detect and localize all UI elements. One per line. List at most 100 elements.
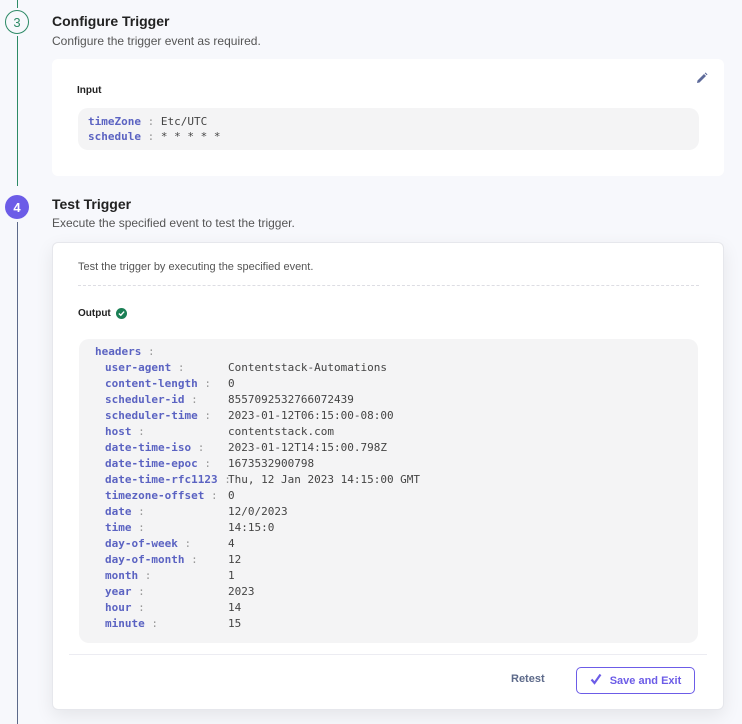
retest-button[interactable]: Retest bbox=[511, 673, 545, 685]
header-value: 0 bbox=[228, 489, 235, 502]
separator: : bbox=[184, 553, 198, 566]
header-value: Thu, 12 Jan 2023 14:15:00 GMT bbox=[228, 473, 421, 486]
field-key: timeZone bbox=[88, 115, 141, 128]
header-key: date-time-rfc1123 bbox=[105, 473, 218, 486]
output-label: Output bbox=[78, 308, 127, 319]
header-row: time : 14:15:0 bbox=[105, 521, 665, 534]
footer-divider bbox=[69, 654, 707, 655]
header-row: content-length : 0 bbox=[105, 377, 665, 390]
step-description: Configure the trigger event as required. bbox=[52, 34, 261, 48]
separator: : bbox=[131, 585, 145, 598]
step-title: Test Trigger bbox=[52, 196, 132, 212]
header-key: month bbox=[105, 569, 139, 582]
header-row: month : 1 bbox=[105, 569, 665, 582]
separator: : bbox=[197, 457, 211, 470]
save-and-exit-label: Save and Exit bbox=[609, 674, 682, 687]
input-field-row: schedule : * * * * * bbox=[88, 130, 221, 143]
header-key: year bbox=[105, 585, 132, 598]
header-key: timezone-offset bbox=[105, 489, 205, 502]
header-value: 12 bbox=[228, 553, 242, 566]
card-description: Test the trigger by executing the specif… bbox=[78, 261, 314, 273]
header-row: year : 2023 bbox=[105, 585, 665, 598]
step-title: Configure Trigger bbox=[52, 13, 170, 29]
separator: : bbox=[138, 569, 152, 582]
root-key: headers bbox=[95, 345, 142, 358]
root-key-row: headers : bbox=[95, 345, 155, 358]
header-value: contentstack.com bbox=[228, 425, 334, 438]
separator: : bbox=[131, 601, 145, 614]
header-value: 4 bbox=[228, 537, 235, 550]
step-number-3: 3 bbox=[5, 10, 29, 34]
header-key: scheduler-time bbox=[105, 409, 198, 422]
header-value: 8557092532766072439 bbox=[228, 393, 354, 406]
header-value: 15 bbox=[228, 617, 242, 630]
header-value: 1673532900798 bbox=[228, 457, 315, 470]
header-row: scheduler-time : 2023-01-12T06:15:00-08:… bbox=[105, 409, 665, 422]
header-row: scheduler-id : 8557092532766072439 bbox=[105, 393, 665, 406]
header-row: user-agent : Contentstack-Automations bbox=[105, 361, 665, 374]
header-row: date : 12/0/2023 bbox=[105, 505, 665, 518]
step-number-4: 4 bbox=[5, 195, 29, 219]
check-circle-icon bbox=[115, 308, 127, 319]
separator: : bbox=[197, 409, 211, 422]
timeline-line bbox=[17, 0, 18, 8]
header-row: day-of-month : 12 bbox=[105, 553, 665, 566]
checkmark-icon bbox=[590, 673, 602, 688]
header-value: 12/0/2023 bbox=[228, 505, 288, 518]
configure-trigger-card: Input timeZone : Etc/UTC schedule : * * … bbox=[52, 59, 724, 176]
field-value: Etc/UTC bbox=[160, 115, 208, 128]
header-key: time bbox=[105, 521, 132, 534]
header-row: host : contentstack.com bbox=[105, 425, 665, 438]
header-row: hour : 14 bbox=[105, 601, 665, 614]
timeline-line bbox=[17, 222, 18, 724]
input-label: Input bbox=[77, 85, 102, 96]
header-row: minute : 15 bbox=[105, 617, 665, 630]
separator: : bbox=[171, 361, 185, 374]
header-value: Contentstack-Automations bbox=[228, 361, 387, 374]
header-key: minute bbox=[105, 617, 145, 630]
pencil-icon[interactable] bbox=[696, 71, 710, 85]
header-row: date-time-epoc : 1673532900798 bbox=[105, 457, 665, 470]
header-value: 14:15:0 bbox=[228, 521, 275, 534]
separator: : bbox=[131, 505, 145, 518]
header-row: date-time-iso : 2023-01-12T14:15:00.798Z bbox=[105, 441, 665, 454]
header-key: hour bbox=[105, 601, 132, 614]
divider bbox=[78, 285, 699, 286]
separator: : bbox=[131, 425, 145, 438]
separator: : bbox=[144, 617, 158, 630]
separator: : bbox=[131, 521, 145, 534]
save-and-exit-button[interactable]: Save and Exit bbox=[576, 667, 695, 694]
input-field-row: timeZone : Etc/UTC bbox=[88, 115, 208, 128]
field-value: * * * * * bbox=[160, 130, 221, 143]
header-key: host bbox=[105, 425, 132, 438]
header-value: 2023-01-12T06:15:00-08:00 bbox=[228, 409, 394, 422]
field-key: schedule bbox=[88, 130, 141, 143]
separator: : bbox=[177, 537, 192, 550]
timeline-line bbox=[17, 36, 18, 186]
header-key: date bbox=[105, 505, 132, 518]
header-key: date-time-iso bbox=[105, 441, 192, 454]
header-value: 2023 bbox=[228, 585, 255, 598]
header-value: 1 bbox=[228, 569, 235, 582]
test-trigger-card: Test the trigger by executing the specif… bbox=[52, 242, 724, 710]
output-code-block: headers : user-agent : Contentstack-Auto… bbox=[79, 339, 698, 643]
separator: : bbox=[184, 393, 198, 406]
header-value: 14 bbox=[228, 601, 242, 614]
header-key: day-of-week bbox=[105, 537, 178, 550]
header-row: date-time-rfc1123 : Thu, 12 Jan 2023 14:… bbox=[105, 473, 665, 486]
header-key: date-time-epoc bbox=[105, 457, 198, 470]
header-key: scheduler-id bbox=[105, 393, 185, 406]
step-description: Execute the specified event to test the … bbox=[52, 216, 295, 230]
header-key: user-agent bbox=[105, 361, 172, 374]
separator: : bbox=[204, 489, 218, 502]
input-code-block: timeZone : Etc/UTC schedule : * * * * * bbox=[78, 108, 699, 150]
header-value: 2023-01-12T14:15:00.798Z bbox=[228, 441, 387, 454]
output-label-text: Output bbox=[78, 308, 111, 319]
header-key: day-of-month bbox=[105, 553, 185, 566]
header-row: timezone-offset : 0 bbox=[105, 489, 665, 502]
separator: : bbox=[191, 441, 205, 454]
header-row: day-of-week : 4 bbox=[105, 537, 665, 550]
header-key: content-length bbox=[105, 377, 198, 390]
header-value: 0 bbox=[228, 377, 235, 390]
separator: : bbox=[197, 377, 211, 390]
